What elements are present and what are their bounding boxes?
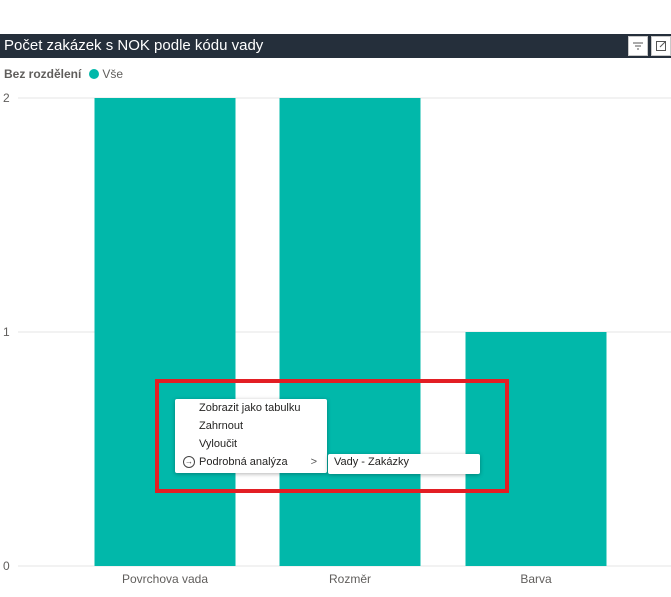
- bar[interactable]: [279, 98, 421, 566]
- highlight-annotation: [155, 379, 509, 493]
- y-tick-label: 2: [3, 91, 10, 105]
- x-tick-label: Barva: [520, 572, 552, 586]
- y-tick-label: 1: [3, 325, 10, 339]
- y-tick-label: 0: [3, 559, 10, 573]
- x-tick-label: Povrchova vada: [122, 572, 208, 586]
- bar-chart: 0 1 2 Povrchova vada Rozměr Barva: [3, 91, 671, 586]
- bar[interactable]: [94, 98, 236, 566]
- x-tick-label: Rozměr: [329, 572, 371, 586]
